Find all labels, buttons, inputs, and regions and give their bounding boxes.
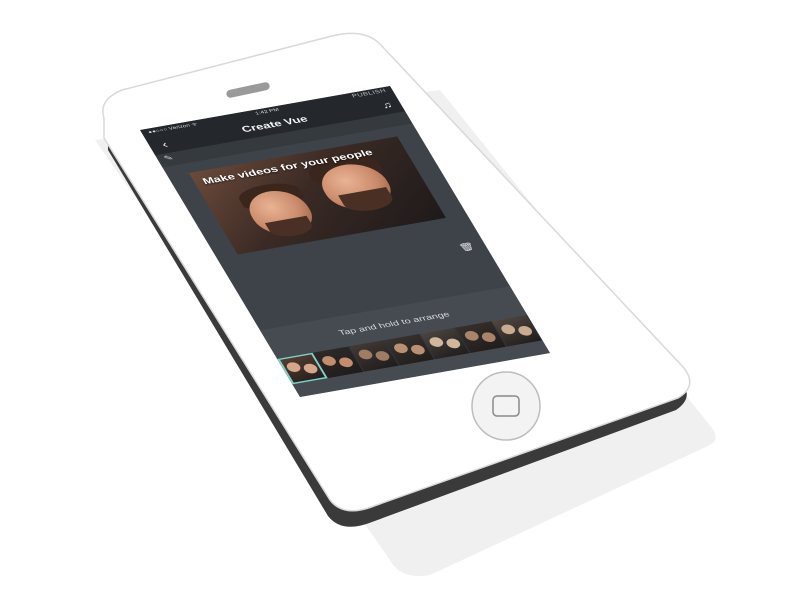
clip-figure [355,348,375,361]
clip-figure [427,336,446,348]
clip-figure [301,362,320,375]
chevron-left-icon[interactable]: ‹ [153,137,177,152]
stage: ●●○○○ Verizon ᯤ 1:42 PM ‹ Create Vue PUB… [0,0,800,600]
clip-figure [463,329,482,342]
clip-figure [372,350,392,362]
clip-figure [444,337,463,350]
music-note-icon[interactable]: ♫ [379,99,394,110]
trash-icon[interactable]: 🗑 [457,241,476,253]
clip-figure [391,342,410,355]
clip-figure [498,323,517,336]
clip-figure [515,325,534,337]
home-button[interactable] [471,371,541,441]
clip-figure [320,355,339,367]
clip-figure [284,361,303,373]
clip-figure [480,331,499,343]
phone-device: ●●○○○ Verizon ᯤ 1:42 PM ‹ Create Vue PUB… [0,0,800,600]
pencil-icon[interactable]: ✎ [162,154,175,163]
clip-figure [337,356,356,369]
clip-figure [408,343,427,356]
